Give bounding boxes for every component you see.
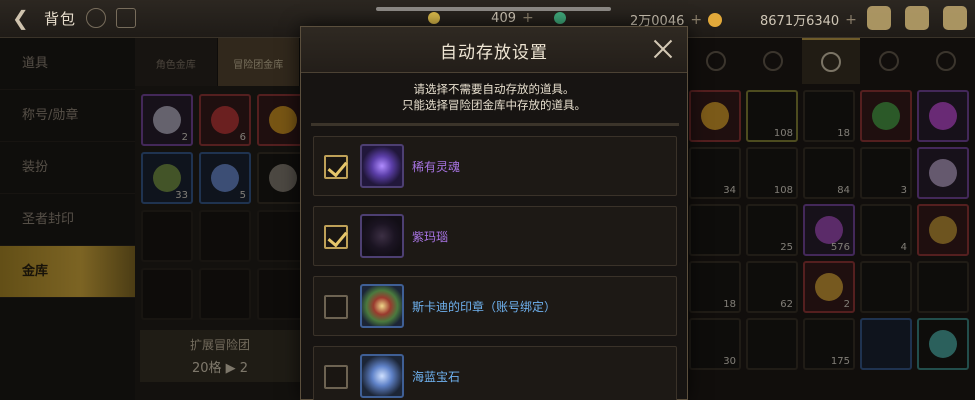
gold-coin-icon bbox=[708, 12, 723, 27]
aquamarine-icon bbox=[360, 354, 404, 398]
currency-gold-b: 8671万6340 + bbox=[760, 10, 857, 30]
page-title: 背包 bbox=[44, 9, 77, 28]
mail-icon[interactable] bbox=[905, 6, 929, 30]
item-list[interactable]: 稀有灵魂 紫玛瑙 斯卡迪的印章（账号绑定） 海蓝宝石 bbox=[311, 123, 679, 400]
list-item[interactable]: 海蓝宝石 bbox=[313, 346, 677, 400]
checkbox[interactable] bbox=[324, 295, 348, 319]
chat-icon[interactable] bbox=[943, 6, 967, 30]
close-icon[interactable] bbox=[651, 37, 675, 61]
item-name: 斯卡迪的印章（账号绑定） bbox=[412, 300, 557, 314]
checkbox[interactable] bbox=[324, 365, 348, 389]
currency-value: 409 bbox=[491, 10, 516, 26]
add-currency-button[interactable]: + bbox=[522, 10, 534, 26]
list-item[interactable]: 稀有灵魂 bbox=[313, 136, 677, 196]
shop-icon[interactable] bbox=[867, 6, 891, 30]
checkbox-checked[interactable] bbox=[324, 225, 348, 249]
item-name: 海蓝宝石 bbox=[412, 370, 461, 384]
item-name: 紫玛瑙 bbox=[412, 230, 449, 244]
back-arrow-icon[interactable]: ❮ bbox=[12, 7, 34, 29]
eye-icon[interactable] bbox=[86, 8, 107, 28]
moon-currency-icon bbox=[428, 12, 440, 24]
seal-icon bbox=[360, 284, 404, 328]
crystal-currency-icon bbox=[553, 12, 566, 24]
dialog-notice: 请选择不需要自动存放的道具。 只能选择冒险团金库中存放的道具。 bbox=[301, 73, 687, 113]
top-left-group: ❮ 背包 bbox=[12, 7, 137, 29]
dialog-title: 自动存放设置 bbox=[440, 43, 548, 63]
item-name: 稀有灵魂 bbox=[412, 160, 461, 174]
checkbox-checked[interactable] bbox=[324, 155, 348, 179]
book-icon[interactable] bbox=[116, 8, 137, 28]
add-currency-button[interactable]: + bbox=[845, 12, 857, 28]
list-item[interactable]: 紫玛瑙 bbox=[313, 206, 677, 266]
auto-store-settings-dialog: 自动存放设置 请选择不需要自动存放的道具。 只能选择冒险团金库中存放的道具。 稀… bbox=[300, 26, 688, 400]
notice-line-1: 请选择不需要自动存放的道具。 bbox=[413, 82, 575, 96]
notice-line-2: 只能选择冒险团金库中存放的道具。 bbox=[402, 98, 586, 112]
list-item[interactable]: 斯卡迪的印章（账号绑定） bbox=[313, 276, 677, 336]
top-icons bbox=[867, 6, 967, 30]
currency-moon: 409 + bbox=[428, 10, 566, 26]
rare-soul-icon bbox=[360, 144, 404, 188]
add-currency-button[interactable]: + bbox=[690, 12, 702, 28]
currency-value: 8671万6340 bbox=[760, 14, 840, 29]
amethyst-icon bbox=[360, 214, 404, 258]
dialog-header: 自动存放设置 bbox=[301, 27, 687, 73]
